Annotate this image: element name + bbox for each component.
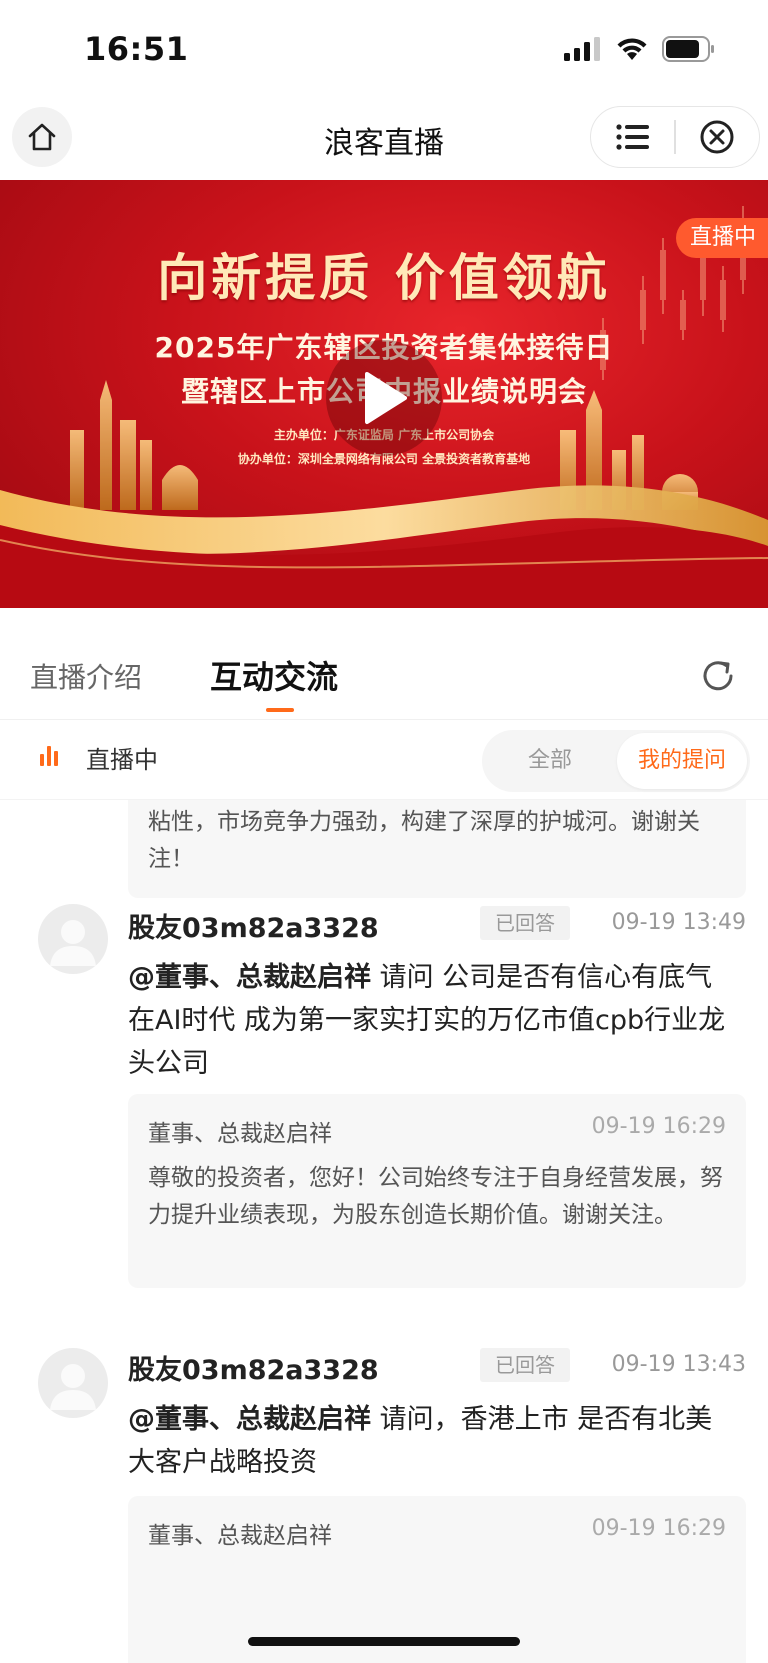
partial-reply-box: 粘性，市场竞争力强劲，构建了深厚的护城河。谢谢关注！ [128, 800, 746, 898]
reply-author: 董事、总裁赵启祥 [148, 1523, 332, 1549]
question-filter-segment: 全部 我的提问 [482, 730, 750, 792]
user-avatar-icon [50, 1364, 96, 1410]
filter-bar: 直播中 全部 我的提问 [0, 720, 768, 800]
question-time: 09-19 13:43 [611, 1352, 746, 1377]
filter-my-questions-button[interactable]: 我的提问 [617, 733, 747, 789]
mention: @董事、总裁赵启祥 [128, 962, 371, 993]
mention: @董事、总裁赵启祥 [128, 1404, 371, 1435]
reply-time: 09-19 16:29 [591, 1114, 726, 1139]
close-icon [700, 120, 734, 154]
reply-text: 粘性，市场竞争力强劲，构建了深厚的护城河。谢谢关注！ [148, 809, 700, 872]
reply-author: 董事、总裁赵启祥 [148, 1121, 332, 1147]
wifi-icon [617, 38, 647, 60]
question-time: 09-19 13:49 [611, 910, 746, 935]
close-button[interactable] [676, 107, 759, 167]
banner-slogan: 向新提质 价值领航 [157, 248, 611, 307]
play-button[interactable] [326, 340, 442, 456]
menu-button[interactable] [591, 107, 674, 167]
signal-icon [564, 37, 600, 61]
mini-program-capsule [590, 106, 760, 168]
menu-icon [616, 124, 649, 150]
play-icon [365, 372, 407, 424]
status-bar: 16:51 [0, 0, 768, 100]
active-tab-indicator [266, 708, 294, 712]
reply-text: 尊敬的投资者，您好！公司始终专注于自身经营发展，努力提升业绩表现，为股东创造长期… [148, 1165, 723, 1228]
live-video-banner[interactable]: 向新提质 价值领航 2025年广东辖区投资者集体接待日 暨辖区上市公司中报业绩说… [0, 180, 768, 608]
question-feed[interactable]: 粘性，市场竞争力强劲，构建了深厚的护城河。谢谢关注！ 股友03m82a3328 … [0, 800, 768, 1663]
live-status-text: 直播中 [86, 746, 158, 774]
avatar [38, 1348, 108, 1418]
question-user-name: 股友03m82a3328 [128, 913, 379, 944]
home-indicator [248, 1637, 520, 1646]
question-text: @董事、总裁赵启祥 请问，香港上市 是否有北美大客户战略投资 [128, 1398, 728, 1484]
live-indicator-icon [40, 744, 58, 766]
battery-icon [662, 36, 714, 62]
question-user-name: 股友03m82a3328 [128, 1355, 379, 1386]
answered-badge: 已回答 [480, 906, 570, 940]
nav-bar: 浪客直播 [0, 100, 768, 180]
reply-box: 董事、总裁赵启祥 09-19 16:29 尊敬的投资者，您好！公司始终专注于自身… [128, 1094, 746, 1288]
avatar [38, 904, 108, 974]
live-badge: 直播中 [675, 218, 768, 258]
tab-chat[interactable]: 互动交流 [210, 652, 338, 698]
reply-time: 09-19 16:29 [591, 1516, 726, 1541]
question-text: @董事、总裁赵启祥 请问 公司是否有信心有底气 在AI时代 成为第一家实打实的万… [128, 956, 728, 1085]
status-time: 16:51 [84, 30, 189, 68]
refresh-icon[interactable] [698, 656, 738, 696]
filter-all-button[interactable]: 全部 [482, 730, 618, 792]
user-avatar-icon [50, 920, 96, 966]
status-icons [564, 36, 716, 62]
tab-intro[interactable]: 直播介绍 [30, 656, 142, 696]
answered-badge: 已回答 [480, 1348, 570, 1382]
content-tabs: 直播介绍 互动交流 [0, 608, 768, 720]
